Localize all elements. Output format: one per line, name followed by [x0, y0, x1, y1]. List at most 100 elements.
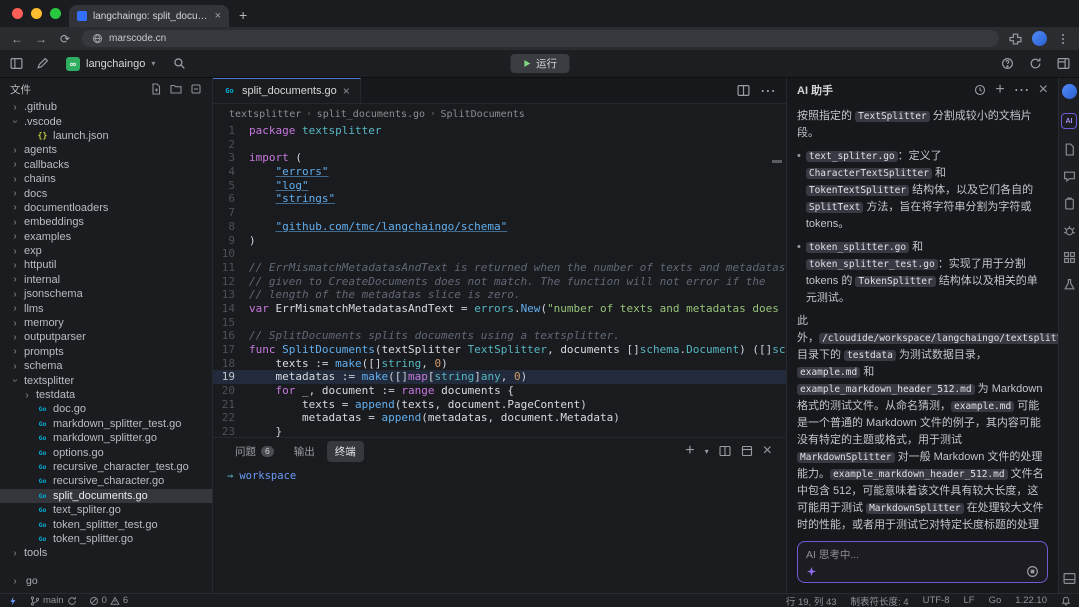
tree-item-docs[interactable]: ›docs — [0, 186, 212, 200]
folder-chevron-icon[interactable]: › — [22, 390, 32, 401]
folder-chevron-icon[interactable]: › — [10, 346, 20, 357]
tree-item-options.go[interactable]: Gooptions.go — [0, 445, 212, 459]
inline-code-chip[interactable]: TextSplitter — [855, 111, 930, 122]
folder-chevron-icon[interactable]: › — [10, 303, 20, 314]
folder-chevron-icon[interactable]: › — [10, 289, 20, 300]
code-line-15[interactable]: 15 — [213, 316, 786, 330]
help-icon[interactable] — [999, 56, 1015, 72]
site-info-icon[interactable] — [92, 33, 103, 44]
inline-code-chip[interactable]: TokenTextSplitter — [806, 185, 909, 196]
new-folder-icon[interactable] — [170, 83, 182, 95]
panel-tab-输出[interactable]: 输出 — [286, 441, 323, 462]
tree-item-httputil[interactable]: ›httputil — [0, 258, 212, 272]
tools-icon[interactable] — [34, 56, 50, 72]
tree-item-internal[interactable]: ›internal — [0, 273, 212, 287]
folder-chevron-icon[interactable]: › — [10, 202, 20, 213]
sparkle-icon[interactable] — [806, 566, 817, 577]
code-line-4[interactable]: 4 "errors" — [213, 165, 786, 179]
inline-code-chip[interactable]: text_spliter.go — [806, 151, 898, 162]
inline-code-chip[interactable]: token_splitter_test.go — [806, 259, 938, 270]
run-button[interactable]: 运行 — [510, 54, 569, 73]
browser-menu-icon[interactable] — [1057, 33, 1069, 45]
layout-icon[interactable] — [1055, 56, 1071, 72]
ai-more-icon[interactable]: ⋯ — [1014, 80, 1030, 100]
minimize-window-button[interactable] — [31, 8, 42, 19]
code-line-6[interactable]: 6 "strings" — [213, 192, 786, 206]
bug-icon[interactable] — [1063, 224, 1076, 237]
chat-icon[interactable] — [1063, 170, 1076, 183]
stop-generation-icon[interactable] — [1026, 565, 1039, 578]
tree-item-jsonschema[interactable]: ›jsonschema — [0, 287, 212, 301]
extensions-icon[interactable] — [1009, 32, 1022, 45]
tree-item-markdown_splitter.go[interactable]: Gomarkdown_splitter.go — [0, 431, 212, 445]
code-line-16[interactable]: 16// SplitDocuments splits documents usi… — [213, 329, 786, 343]
sync-changes-icon[interactable] — [67, 596, 77, 606]
grid-icon[interactable] — [1063, 251, 1076, 264]
folder-chevron-icon[interactable]: › — [10, 159, 20, 170]
inline-code-chip[interactable]: /cloudide/workspace/langchaingo/textspli… — [819, 333, 1058, 344]
tree-item-prompts[interactable]: ›prompts — [0, 345, 212, 359]
tree-item-markdown_splitter_test.go[interactable]: Gomarkdown_splitter_test.go — [0, 417, 212, 431]
new-tab-button[interactable]: + — [229, 7, 257, 27]
tree-item-embeddings[interactable]: ›embeddings — [0, 215, 212, 229]
code-line-12[interactable]: 12// given to CreateDocuments does not m… — [213, 275, 786, 289]
folder-chevron-icon[interactable]: › — [10, 102, 20, 113]
close-panel-icon[interactable]: × — [763, 442, 772, 460]
code-line-18[interactable]: 18 texts := make([]string, 0) — [213, 357, 786, 371]
ai-close-icon[interactable]: × — [1039, 81, 1048, 99]
notifications-bell-icon[interactable] — [1061, 596, 1071, 606]
more-actions-icon[interactable]: ⋯ — [760, 81, 776, 101]
breadcrumb[interactable]: textsplitter›split_documents.go›SplitDoc… — [213, 104, 786, 124]
sidebar-bottom-section[interactable]: › go — [0, 575, 212, 587]
tree-item-outputparser[interactable]: ›outputparser — [0, 330, 212, 344]
code-line-11[interactable]: 11// ErrMismatchMetadatasAndText is retu… — [213, 261, 786, 275]
inline-code-chip[interactable]: token_splitter.go — [806, 242, 909, 253]
code-line-8[interactable]: 8 "github.com/tmc/langchaingo/schema" — [213, 220, 786, 234]
tree-item-recursive_character.go[interactable]: Gorecursive_character.go — [0, 474, 212, 488]
code-line-14[interactable]: 14var ErrMismatchMetadatasAndText = erro… — [213, 302, 786, 316]
ai-assistant-icon[interactable]: AI — [1061, 113, 1077, 129]
split-terminal-icon[interactable] — [719, 445, 731, 457]
status-item[interactable]: LF — [964, 595, 975, 606]
folder-chevron-icon[interactable]: › — [10, 117, 21, 127]
tree-item-token_splitter_test.go[interactable]: Gotoken_splitter_test.go — [0, 517, 212, 531]
folder-chevron-icon[interactable]: › — [10, 217, 20, 228]
folder-chevron-icon[interactable]: › — [10, 145, 20, 156]
tree-item-exp[interactable]: ›exp — [0, 244, 212, 258]
new-chat-icon[interactable]: + — [995, 81, 1004, 99]
new-file-icon[interactable] — [150, 83, 162, 95]
tree-item-.vscode[interactable]: ›.vscode — [0, 114, 212, 128]
inline-code-chip[interactable]: example.md — [797, 367, 860, 378]
remote-icon[interactable] — [8, 596, 18, 606]
sidebar-toggle-icon[interactable] — [8, 56, 24, 72]
sync-icon[interactable] — [1027, 56, 1043, 72]
code-line-17[interactable]: 17func SplitDocuments(textSplitter TextS… — [213, 343, 786, 357]
tree-item-split_documents.go[interactable]: Gosplit_documents.go — [0, 489, 212, 503]
tab-close-icon[interactable]: × — [215, 10, 221, 22]
tree-item-token_splitter.go[interactable]: Gotoken_splitter.go — [0, 532, 212, 546]
history-icon[interactable] — [974, 84, 986, 96]
breadcrumb-item[interactable]: textsplitter — [229, 109, 301, 120]
code-line-7[interactable]: 7 — [213, 206, 786, 220]
tree-item-doc.go[interactable]: Godoc.go — [0, 402, 212, 416]
terminal-dropdown-icon[interactable]: ▾ — [705, 447, 709, 456]
ai-input-box[interactable]: AI 思考中... — [797, 541, 1048, 583]
browser-tab[interactable]: langchaingo: split_document × — [69, 5, 229, 27]
tree-item-callbacks[interactable]: ›callbacks — [0, 158, 212, 172]
maximize-window-button[interactable] — [50, 8, 61, 19]
workspace-switcher[interactable]: ∞ langchaingo ▾ — [60, 55, 161, 73]
collapse-all-icon[interactable] — [190, 83, 202, 95]
window-controls[interactable] — [8, 0, 69, 27]
back-button[interactable]: ← — [10, 32, 24, 46]
folder-chevron-icon[interactable]: › — [10, 231, 20, 242]
folder-chevron-icon[interactable]: › — [10, 246, 20, 257]
breadcrumb-item[interactable]: SplitDocuments — [440, 109, 524, 120]
tree-item-documentloaders[interactable]: ›documentloaders — [0, 201, 212, 215]
tree-item-llms[interactable]: ›llms — [0, 301, 212, 315]
maximize-panel-icon[interactable] — [741, 445, 753, 457]
code-line-21[interactable]: 21 texts = append(texts, document.PageCo… — [213, 398, 786, 412]
folder-chevron-icon[interactable]: › — [10, 376, 21, 386]
folder-chevron-icon[interactable]: › — [10, 318, 20, 329]
tree-item-textsplitter[interactable]: ›textsplitter — [0, 373, 212, 387]
tree-item-launch.json[interactable]: {}launch.json — [0, 129, 212, 143]
